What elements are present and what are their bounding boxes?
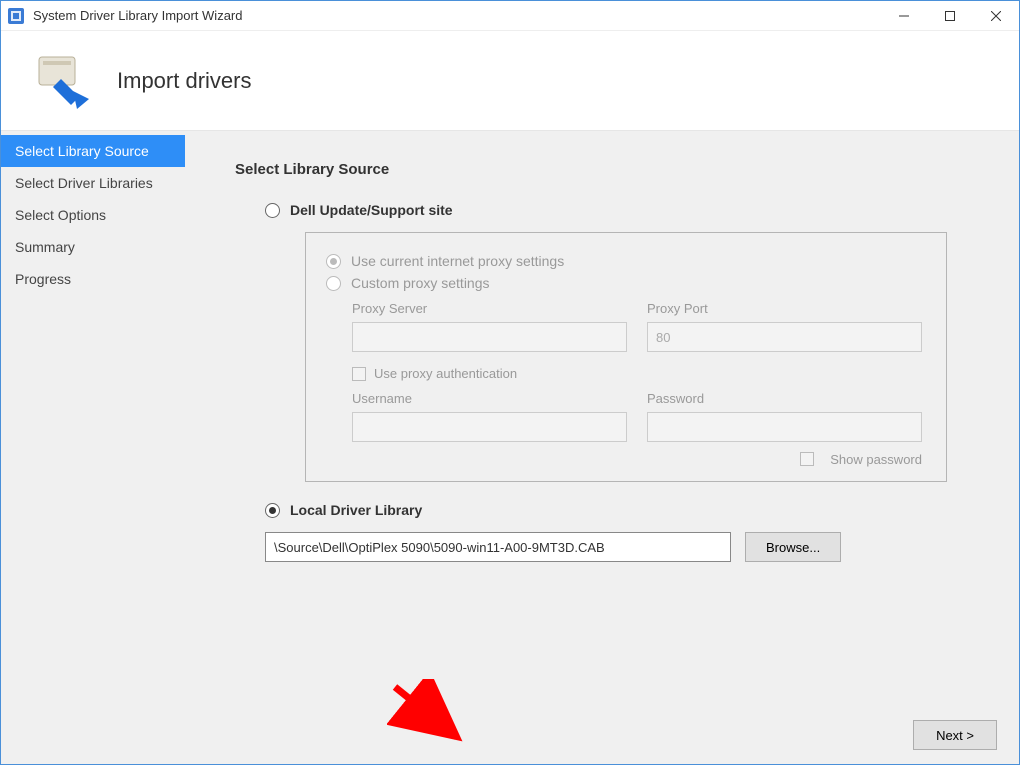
step-label: Select Driver Libraries [15, 175, 153, 191]
content-heading: Select Library Source [235, 161, 969, 178]
checkbox-label: Show password [830, 452, 922, 467]
radio-icon [326, 276, 341, 291]
wizard-content: Select Library Source Dell Update/Suppor… [185, 131, 1019, 764]
window-title: System Driver Library Import Wizard [33, 8, 881, 23]
proxy-username-input [352, 412, 627, 442]
proxy-server-input [352, 322, 627, 352]
radio-label: Use current internet proxy settings [351, 253, 564, 269]
field-label: Proxy Server [352, 301, 627, 316]
next-button[interactable]: Next > [913, 720, 997, 750]
step-label: Summary [15, 239, 75, 255]
step-label: Progress [15, 271, 71, 287]
step-label: Select Options [15, 207, 106, 223]
proxy-credentials-row: Username Password [352, 391, 922, 442]
proxy-server-port-row: Proxy Server Proxy Port [352, 301, 922, 352]
titlebar: System Driver Library Import Wizard [1, 1, 1019, 31]
checkbox-icon [800, 452, 814, 466]
radio-custom-proxy: Custom proxy settings [326, 275, 922, 291]
page-title: Import drivers [117, 68, 251, 94]
step-label: Select Library Source [15, 143, 149, 159]
app-icon [7, 7, 25, 25]
radio-local-driver-library[interactable]: Local Driver Library [265, 502, 969, 518]
radio-label: Local Driver Library [290, 502, 422, 518]
show-password-row: Show password [326, 452, 922, 467]
wizard-body: Select Library Source Select Driver Libr… [1, 131, 1019, 764]
field-label: Username [352, 391, 627, 406]
import-drivers-icon [31, 49, 95, 113]
local-path-row: Browse... [265, 532, 969, 562]
button-label: Next > [936, 728, 974, 743]
local-path-input[interactable] [265, 532, 731, 562]
proxy-port-input [647, 322, 922, 352]
titlebar-controls [881, 1, 1019, 31]
proxy-port-field: Proxy Port [647, 301, 922, 352]
radio-label: Dell Update/Support site [290, 202, 453, 218]
wizard-steps-sidebar: Select Library Source Select Driver Libr… [1, 131, 185, 764]
proxy-password-field: Password [647, 391, 922, 442]
radio-icon [265, 503, 280, 518]
step-select-driver-libraries[interactable]: Select Driver Libraries [1, 167, 185, 199]
checkbox-icon [352, 367, 366, 381]
maximize-button[interactable] [927, 1, 973, 31]
minimize-button[interactable] [881, 1, 927, 31]
field-label: Password [647, 391, 922, 406]
step-summary[interactable]: Summary [1, 231, 185, 263]
proxy-server-field: Proxy Server [352, 301, 627, 352]
browse-button[interactable]: Browse... [745, 532, 841, 562]
proxy-settings-group: Use current internet proxy settings Cust… [305, 232, 947, 482]
proxy-password-input [647, 412, 922, 442]
step-select-library-source[interactable]: Select Library Source [1, 135, 185, 167]
close-button[interactable] [973, 1, 1019, 31]
wizard-footer: Next > [913, 720, 997, 750]
proxy-auth-checkbox-row: Use proxy authentication [352, 366, 922, 381]
radio-label: Custom proxy settings [351, 275, 490, 291]
radio-icon [265, 203, 280, 218]
wizard-header: Import drivers [1, 31, 1019, 131]
proxy-username-field: Username [352, 391, 627, 442]
radio-icon [326, 254, 341, 269]
step-select-options[interactable]: Select Options [1, 199, 185, 231]
radio-dell-update[interactable]: Dell Update/Support site [265, 202, 969, 218]
annotation-arrow-icon [387, 679, 477, 759]
button-label: Browse... [766, 540, 820, 555]
radio-use-current-proxy: Use current internet proxy settings [326, 253, 922, 269]
field-label: Proxy Port [647, 301, 922, 316]
step-progress[interactable]: Progress [1, 263, 185, 295]
wizard-window: System Driver Library Import Wizard Impo… [0, 0, 1020, 765]
checkbox-label: Use proxy authentication [374, 366, 517, 381]
